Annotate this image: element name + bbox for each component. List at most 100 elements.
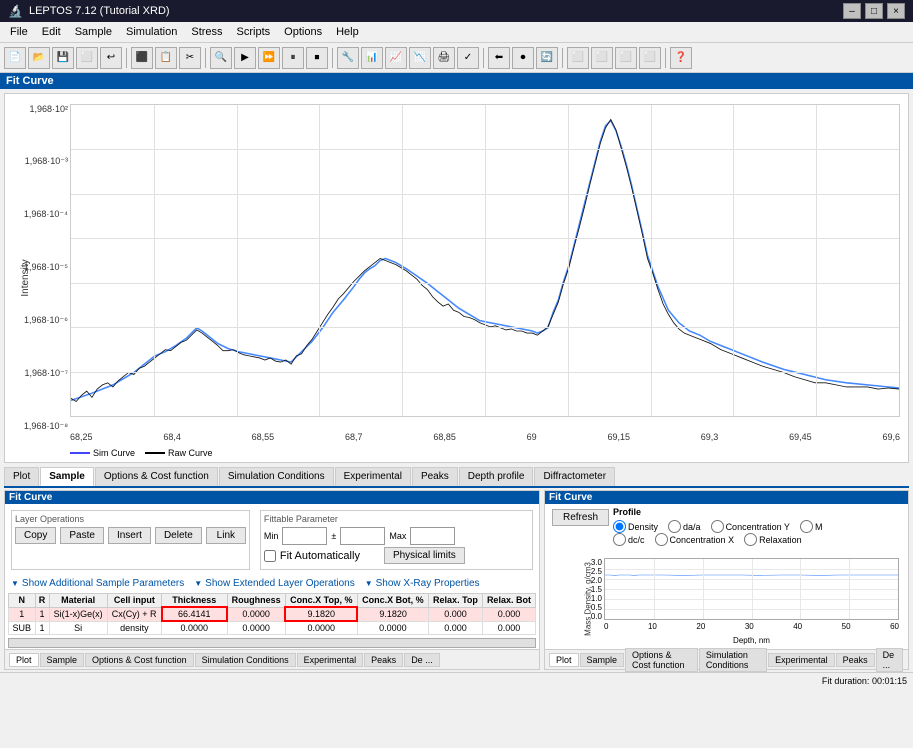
table-scrollbar[interactable] [8,638,536,648]
radio-relaxation[interactable]: Relaxation [744,533,802,546]
menu-sample[interactable]: Sample [69,24,118,40]
chart-container: 1,968·10² 1,968·10⁻³ 1,968·10⁻⁴ 1,968·10… [5,94,908,462]
toolbar-btn5[interactable]: ↩ [100,47,122,69]
insert-button[interactable]: Insert [108,527,151,544]
menu-stress[interactable]: Stress [185,24,228,40]
col-n: N [9,594,36,608]
fit-duration: Fit duration: 00:01:15 [822,676,907,686]
ry-label-6: 0.0 [591,612,602,621]
menu-options[interactable]: Options [278,24,328,40]
toolbar-btn17[interactable]: 📉 [409,47,431,69]
paste-button[interactable]: Paste [60,527,104,544]
bottom-tab-bar-left: Plot Sample Options & Cost function Simu… [5,649,539,669]
right-bottom-tab-de[interactable]: De ... [876,648,903,672]
tab-experimental[interactable]: Experimental [335,467,411,486]
close-button[interactable]: × [887,3,905,19]
toolbar-btn11[interactable]: ⏩ [258,47,280,69]
toolbar-btn20[interactable]: ⬅ [488,47,510,69]
right-bottom-tab-peaks[interactable]: Peaks [836,653,875,667]
toolbar-btn23[interactable]: ⬜ [567,47,589,69]
show-additional-link[interactable]: ▼ Show Additional Sample Parameters [11,578,184,589]
toolbar-btn14[interactable]: 🔧 [337,47,359,69]
minimize-button[interactable]: – [843,3,861,19]
fit-auto-checkbox[interactable] [264,550,276,562]
toolbar-btn7[interactable]: 📋 [155,47,177,69]
bottom-tab-simulation[interactable]: Simulation Conditions [195,653,296,667]
y-label-1: 1,968·10⁻³ [25,156,68,167]
tab-plot[interactable]: Plot [4,467,39,486]
toolbar-btn27[interactable]: ❓ [670,47,692,69]
show-extended-link[interactable]: ▼ Show Extended Layer Operations [194,578,354,589]
toolbar-btn19[interactable]: ✓ [457,47,479,69]
bottom-tab-options[interactable]: Options & Cost function [85,653,194,667]
radio-dc[interactable]: dc/c [613,533,645,546]
grid-v6 [568,105,569,416]
menu-help[interactable]: Help [330,24,365,40]
bottom-tab-plot[interactable]: Plot [9,653,39,667]
tab-diffractometer[interactable]: Diffractometer [534,467,615,486]
tab-simulation[interactable]: Simulation Conditions [219,467,334,486]
thickness-input-0[interactable] [167,609,222,619]
copy-button[interactable]: Copy [15,527,56,544]
toolbar-sep1 [126,48,127,68]
toolbar-btn16[interactable]: 📈 [385,47,407,69]
tab-peaks[interactable]: Peaks [412,467,458,486]
fit-param-min-input[interactable] [282,527,327,545]
delete-button[interactable]: Delete [155,527,202,544]
toolbar-btn25[interactable]: ⬜ [615,47,637,69]
radio-m[interactable]: M [800,520,823,533]
grid-v3 [319,105,320,416]
maximize-button[interactable]: □ [865,3,883,19]
cell-thickness-0[interactable] [162,607,227,621]
right-chart-plot[interactable] [604,558,899,620]
radio-density[interactable]: Density [613,520,658,533]
show-xray-link[interactable]: ▼ Show X-Ray Properties [365,578,480,589]
link-button[interactable]: Link [206,527,246,544]
toolbar-open[interactable]: 📂 [28,47,50,69]
toolbar-btn22[interactable]: 🔄 [536,47,558,69]
bottom-tab-experimental[interactable]: Experimental [297,653,364,667]
toolbar-btn18[interactable]: 🖨 [433,47,455,69]
right-bottom-tab-experimental[interactable]: Experimental [768,653,835,667]
toolbar-btn9[interactable]: 🔍 [210,47,232,69]
toolbar-new[interactable]: 📄 [4,47,26,69]
chart-plot[interactable] [70,104,900,417]
physical-limits-btn[interactable]: Physical limits [384,547,465,564]
toolbar-btn6[interactable]: ⬛ [131,47,153,69]
refresh-button[interactable]: Refresh [552,509,609,526]
toolbar-btn12[interactable]: ⏸ [282,47,304,69]
right-bottom-tab-options[interactable]: Options & Cost function [625,648,698,672]
fit-param-max-input[interactable] [410,527,455,545]
radio-conc-x[interactable]: Concentration X [655,533,735,546]
cell-relax-bot-0: 0.000 [482,607,535,621]
conc-top-input-0[interactable] [294,609,349,619]
cell-material-0: Si(1-x)Ge(x) [49,607,107,621]
right-bottom-tab-simulation[interactable]: Simulation Conditions [699,648,767,672]
bottom-tab-peaks[interactable]: Peaks [364,653,403,667]
menu-simulation[interactable]: Simulation [120,24,183,40]
toolbar-btn13[interactable]: ⏹ [306,47,328,69]
menu-scripts[interactable]: Scripts [231,24,277,40]
right-bottom-tab-plot[interactable]: Plot [549,653,579,667]
cell-conc-bot-1: 0.0000 [357,621,428,635]
toolbar-btn26[interactable]: ⬜ [639,47,661,69]
menu-edit[interactable]: Edit [36,24,67,40]
toolbar-save[interactable]: 💾 [52,47,74,69]
tab-sample[interactable]: Sample [40,467,94,486]
menu-file[interactable]: File [4,24,34,40]
tab-depth[interactable]: Depth profile [459,467,534,486]
toolbar-btn15[interactable]: 📊 [361,47,383,69]
bottom-tab-sample[interactable]: Sample [40,653,85,667]
radio-da[interactable]: da/a [668,520,701,533]
radio-conc-y[interactable]: Concentration Y [711,520,790,533]
right-bottom-tab-sample[interactable]: Sample [580,653,625,667]
toolbar-btn4[interactable]: ⬜ [76,47,98,69]
toolbar-btn8[interactable]: ✂ [179,47,201,69]
toolbar-btn24[interactable]: ⬜ [591,47,613,69]
tab-options[interactable]: Options & Cost function [95,467,218,486]
fit-param-value-input[interactable] [340,527,385,545]
toolbar-btn10[interactable]: ▶ [234,47,256,69]
bottom-tab-depth[interactable]: De ... [404,653,440,667]
toolbar-btn21[interactable]: ⏺ [512,47,534,69]
cell-conc-top-0[interactable] [285,607,357,621]
